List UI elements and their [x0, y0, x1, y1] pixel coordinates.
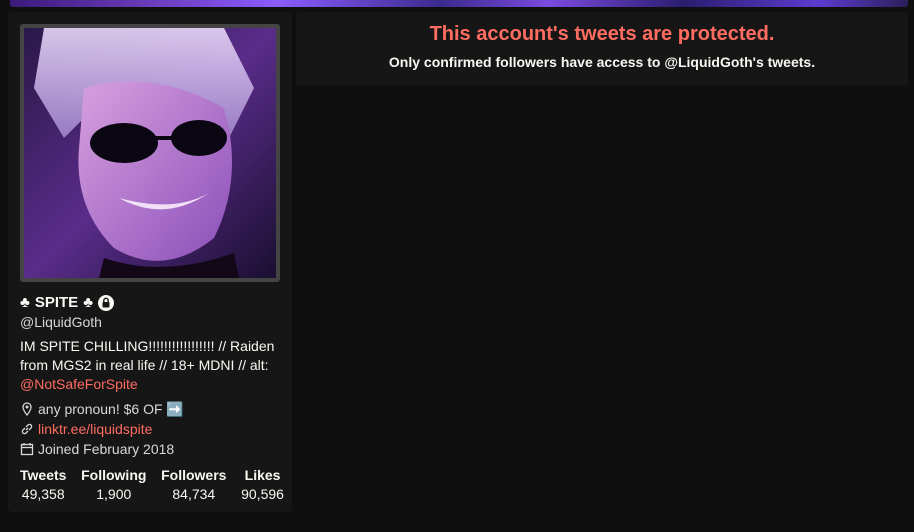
profile-bio: IM SPITE CHILLING!!!!!!!!!!!!!!!!! // Ra…	[20, 337, 284, 394]
stat-value: 49,358	[21, 486, 65, 502]
lock-icon	[98, 295, 115, 311]
fullname-suffix-emoji: ♣	[83, 294, 94, 311]
avatar[interactable]	[20, 24, 280, 282]
stat-value: 1,900	[96, 486, 132, 502]
stat-label: Tweets	[20, 467, 67, 483]
profile-banner	[10, 0, 908, 7]
bio-mention-link[interactable]: @NotSafeForSpite	[20, 376, 138, 392]
stat-followers[interactable]: Followers 84,734	[161, 466, 226, 504]
location-pin-icon	[20, 402, 34, 417]
stat-likes[interactable]: Likes 90,596	[241, 466, 284, 504]
protected-title: This account's tweets are protected.	[429, 23, 775, 45]
stat-label: Followers	[161, 467, 227, 483]
profile-fullname: ♣ SPITE ♣	[20, 294, 284, 312]
stat-label: Following	[81, 467, 147, 483]
stat-value: 84,734	[172, 486, 216, 502]
fullname-prefix-emoji: ♣	[20, 294, 30, 311]
profile-website: linktr.ee/liquidspite	[20, 419, 284, 439]
bio-text: IM SPITE CHILLING!!!!!!!!!!!!!!!!! // Ra…	[20, 338, 275, 373]
link-icon	[20, 422, 34, 436]
stat-following[interactable]: Following 1,900	[81, 466, 146, 504]
location-text: any pronoun! $6 OF ➡️	[38, 400, 184, 417]
protected-timeline-notice: This account's tweets are protected. Onl…	[296, 12, 908, 86]
stat-value: 90,596	[241, 486, 284, 502]
website-link[interactable]: linktr.ee/liquidspite	[38, 421, 152, 437]
stat-label: Likes	[244, 467, 281, 483]
joined-text: Joined February 2018	[38, 441, 175, 457]
profile-card: ♣ SPITE ♣ @LiquidGoth IM SPITE CHILLING!…	[8, 12, 292, 512]
calendar-icon	[20, 442, 34, 456]
stat-tweets[interactable]: Tweets 49,358	[20, 466, 66, 504]
profile-username[interactable]: @LiquidGoth	[20, 314, 284, 331]
protected-description: Only confirmed followers have access to …	[388, 54, 816, 70]
fullname-text: SPITE	[34, 294, 79, 311]
profile-joined: Joined February 2018	[20, 439, 284, 459]
profile-location: any pronoun! $6 OF ➡️	[20, 399, 284, 419]
profile-stats: Tweets 49,358 Following 1,900 Followers …	[20, 466, 284, 504]
